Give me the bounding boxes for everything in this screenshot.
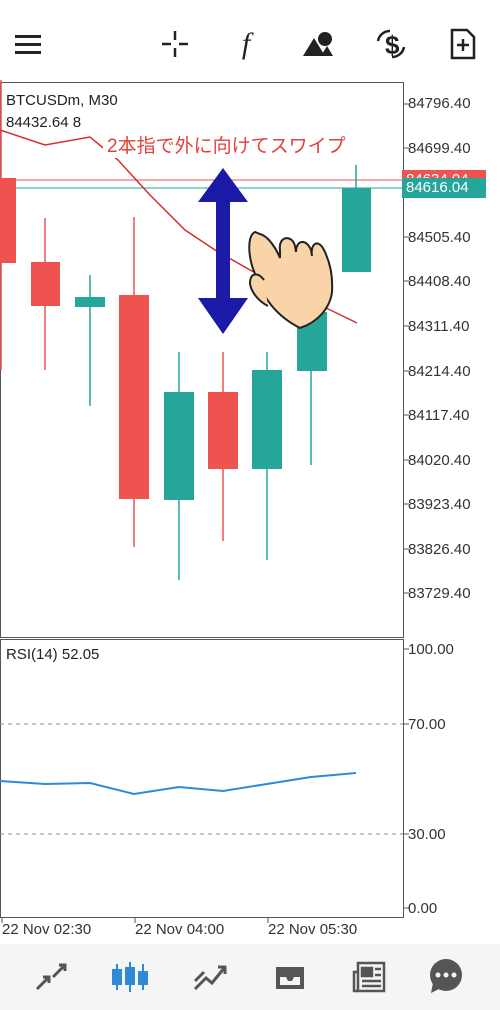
- bid-price-tag: 84616.04: [402, 178, 486, 198]
- chat-icon[interactable]: [424, 958, 468, 996]
- price-axis-label: 84699.40: [408, 140, 471, 157]
- price-axis-label: 84796.40: [408, 95, 471, 112]
- ohlc-readout: 84432.64 8: [6, 114, 82, 131]
- price-axis-label: 84214.40: [408, 363, 471, 380]
- price-axis-label: 84505.40: [408, 229, 471, 246]
- price-axis-label: 83826.40: [408, 541, 471, 558]
- time-axis-label: 22 Nov 04:00: [135, 921, 225, 938]
- candle: [119, 295, 149, 499]
- quotes-icon[interactable]: [29, 958, 73, 996]
- bottom-navigation: [0, 944, 500, 1010]
- candle: [208, 392, 238, 469]
- price-axis-label: 84117.40: [408, 407, 470, 424]
- chart-icon[interactable]: [108, 958, 152, 996]
- time-axis-label: 22 Nov 02:30: [2, 921, 92, 938]
- candle: [31, 262, 60, 306]
- time-axis-label: 22 Nov 05:30: [268, 921, 358, 938]
- candle: [0, 178, 16, 263]
- instruction-annotation: 2本指で外に向けてスワイプ: [103, 131, 350, 158]
- rsi-axis-label: 100.00: [408, 641, 454, 658]
- candle: [342, 188, 371, 272]
- price-axis-label: 84408.40: [408, 273, 471, 290]
- candle: [75, 297, 105, 307]
- candle: [252, 370, 282, 469]
- rsi-axis-label: 0.00: [408, 900, 438, 917]
- symbol-label: BTCUSDm, M30: [6, 92, 118, 109]
- trade-icon[interactable]: [188, 958, 232, 996]
- price-axis-label: 83923.40: [408, 496, 471, 513]
- history-icon[interactable]: [268, 958, 312, 996]
- rsi-line: [0, 772, 357, 796]
- rsi-label: RSI(14) 52.05: [6, 646, 100, 663]
- price-axis-label: 84020.40: [408, 452, 471, 469]
- hand-gesture-icon: [248, 230, 334, 330]
- price-axis-label: 84311.40: [408, 318, 470, 335]
- price-axis-label: 83729.40: [408, 585, 471, 602]
- rsi-axis-label: 70.00: [408, 716, 446, 733]
- rsi-axis-label: 30.00: [408, 826, 446, 843]
- zoom-arrow-icon: [198, 168, 248, 334]
- candle: [164, 392, 194, 500]
- news-icon[interactable]: [348, 958, 392, 996]
